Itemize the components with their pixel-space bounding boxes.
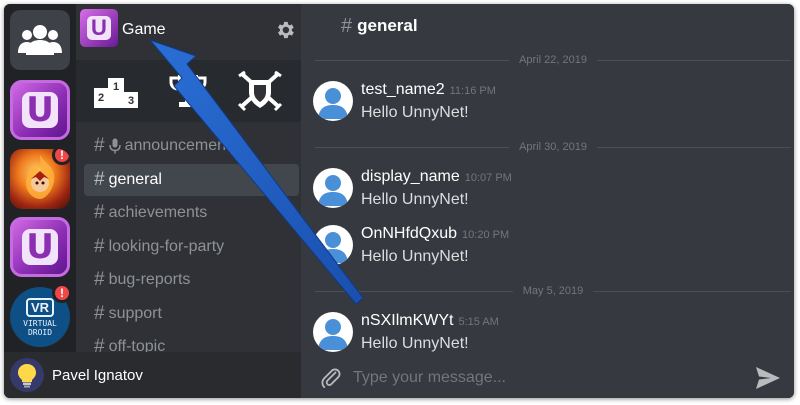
svg-text:2: 2 <box>98 92 104 104</box>
message-timestamp: 5:15 AM <box>458 316 499 328</box>
message-author[interactable]: test_name2 11:16 PM <box>361 81 496 99</box>
hash-icon: # <box>341 14 353 37</box>
divider-date: May 5, 2019 <box>522 285 584 297</box>
avatar[interactable] <box>10 358 44 392</box>
shield-swords-icon <box>237 70 283 112</box>
paperclip-icon[interactable] <box>319 366 343 390</box>
server-unnynet-2[interactable]: U <box>10 217 70 277</box>
channel-label: off-topic <box>108 338 166 352</box>
avatar[interactable] <box>313 168 353 208</box>
default-user-icon <box>318 88 348 119</box>
users-group-icon <box>18 25 62 55</box>
message-timestamp: 10:07 PM <box>464 172 512 184</box>
message-composer <box>301 358 794 398</box>
svg-text:1: 1 <box>113 81 119 93</box>
message-list[interactable]: April 22, 2019 test_name2 11:16 PM Hello … <box>301 48 794 352</box>
divider-date: April 30, 2019 <box>519 141 587 153</box>
guild-name: Game <box>122 21 166 38</box>
channel-label: support <box>108 304 162 322</box>
unnynet-logo-icon: U <box>22 229 58 265</box>
channel-list: # announcements # general # achievements… <box>84 130 299 352</box>
message-timestamp: 10:20 PM <box>462 229 510 241</box>
channel-sidebar: U Game 1 2 3 # announcements # general #… <box>76 4 301 352</box>
channel-label: looking-for-party <box>108 237 225 255</box>
message[interactable]: nSXIlmKWYt 5:15 AM Hello UnnyNet! <box>311 309 781 352</box>
vr-logo-icon: VR <box>25 297 55 317</box>
guild-header[interactable]: U Game <box>76 4 301 58</box>
channel-label: general <box>108 170 162 188</box>
avatar[interactable] <box>313 81 353 121</box>
hash-icon: # <box>94 202 105 223</box>
server-caption-2: DROID <box>27 327 53 337</box>
message-author[interactable]: display_name 10:07 PM <box>361 168 512 186</box>
notification-badge: ! <box>52 283 72 303</box>
leaderboard-icon: 1 2 3 <box>94 78 138 108</box>
trophy-button[interactable] <box>162 68 214 114</box>
hash-icon: # <box>94 302 105 324</box>
message-text: Hello UnnyNet! <box>361 104 469 121</box>
quick-actions-bar: 1 2 3 <box>76 60 301 122</box>
message-timestamp: 11:16 PM <box>449 85 496 97</box>
hash-icon: # <box>94 235 105 257</box>
username: Pavel Ignatov <box>52 367 143 384</box>
chat-panel: # general April 22, 2019 test_name2 11:16… <box>301 4 794 398</box>
date-divider: April 22, 2019 <box>315 52 792 68</box>
default-user-icon <box>318 232 348 263</box>
default-user-icon <box>318 175 348 206</box>
divider-date: April 22, 2019 <box>519 54 587 66</box>
date-divider: May 5, 2019 <box>315 283 792 299</box>
server-rail: U ! U VR VIRTUAL DROID ! <box>4 4 76 398</box>
trophy-icon <box>169 75 207 107</box>
leaderboard-button[interactable]: 1 2 3 <box>90 68 142 114</box>
gear-icon[interactable] <box>274 19 296 41</box>
avatar[interactable] <box>313 225 353 265</box>
app-window: U ! U VR VIRTUAL DROID ! U Game 1 2 3 # … <box>4 4 794 398</box>
notification-badge: ! <box>52 149 70 165</box>
avatar[interactable] <box>313 312 353 352</box>
channel-announcements[interactable]: # announcements <box>84 130 299 162</box>
message[interactable]: OnNHfdQxub 10:20 PM Hello UnnyNet! <box>311 222 781 270</box>
message[interactable]: display_name 10:07 PM Hello UnnyNet! <box>311 165 781 213</box>
chat-header: # general <box>301 4 794 48</box>
unnynet-logo-icon: U <box>22 92 58 128</box>
server-virtual-droid[interactable]: VR VIRTUAL DROID ! <box>10 283 72 347</box>
channel-label: announcements <box>124 137 239 154</box>
channel-achievements[interactable]: # achievements <box>84 197 299 229</box>
lightbulb-icon <box>18 364 36 388</box>
message-author[interactable]: OnNHfdQxub 10:20 PM <box>361 225 509 243</box>
home-button[interactable] <box>10 10 70 70</box>
microphone-icon <box>108 138 121 154</box>
hash-icon: # <box>94 168 105 190</box>
hash-icon: # <box>94 269 105 290</box>
server-fire-hero[interactable]: ! <box>10 149 70 209</box>
message-author[interactable]: nSXIlmKWYt 5:15 AM <box>361 312 499 330</box>
channel-looking-for-party[interactable]: # looking-for-party <box>84 231 299 263</box>
channel-label: bug-reports <box>108 271 191 288</box>
default-user-icon <box>318 319 348 350</box>
clan-battle-button[interactable] <box>234 68 286 114</box>
server-caption-1: VIRTUAL <box>23 318 57 328</box>
message[interactable]: test_name2 11:16 PM Hello UnnyNet! <box>311 78 781 126</box>
send-icon[interactable] <box>755 366 781 390</box>
message-text: Hello UnnyNet! <box>361 191 469 208</box>
message-text: Hello UnnyNet! <box>361 248 469 265</box>
channel-general[interactable]: # general <box>84 163 299 196</box>
hash-icon: # <box>94 135 105 156</box>
guild-icon: U <box>80 9 118 47</box>
server-unnynet[interactable]: U <box>10 80 70 140</box>
channel-title: general <box>357 16 418 35</box>
user-panel: Pavel Ignatov <box>4 352 301 398</box>
date-divider: April 30, 2019 <box>315 139 792 155</box>
channel-label: achievements <box>108 204 208 221</box>
svg-text:3: 3 <box>128 95 134 107</box>
channel-bug-reports[interactable]: # bug-reports <box>84 264 299 296</box>
channel-off-topic[interactable]: # off-topic <box>84 331 299 352</box>
message-input[interactable] <box>353 363 733 393</box>
message-text: Hello UnnyNet! <box>361 335 469 352</box>
channel-support[interactable]: # support <box>84 298 299 330</box>
hash-icon: # <box>94 336 105 352</box>
unnynet-logo-icon: U <box>87 16 111 40</box>
